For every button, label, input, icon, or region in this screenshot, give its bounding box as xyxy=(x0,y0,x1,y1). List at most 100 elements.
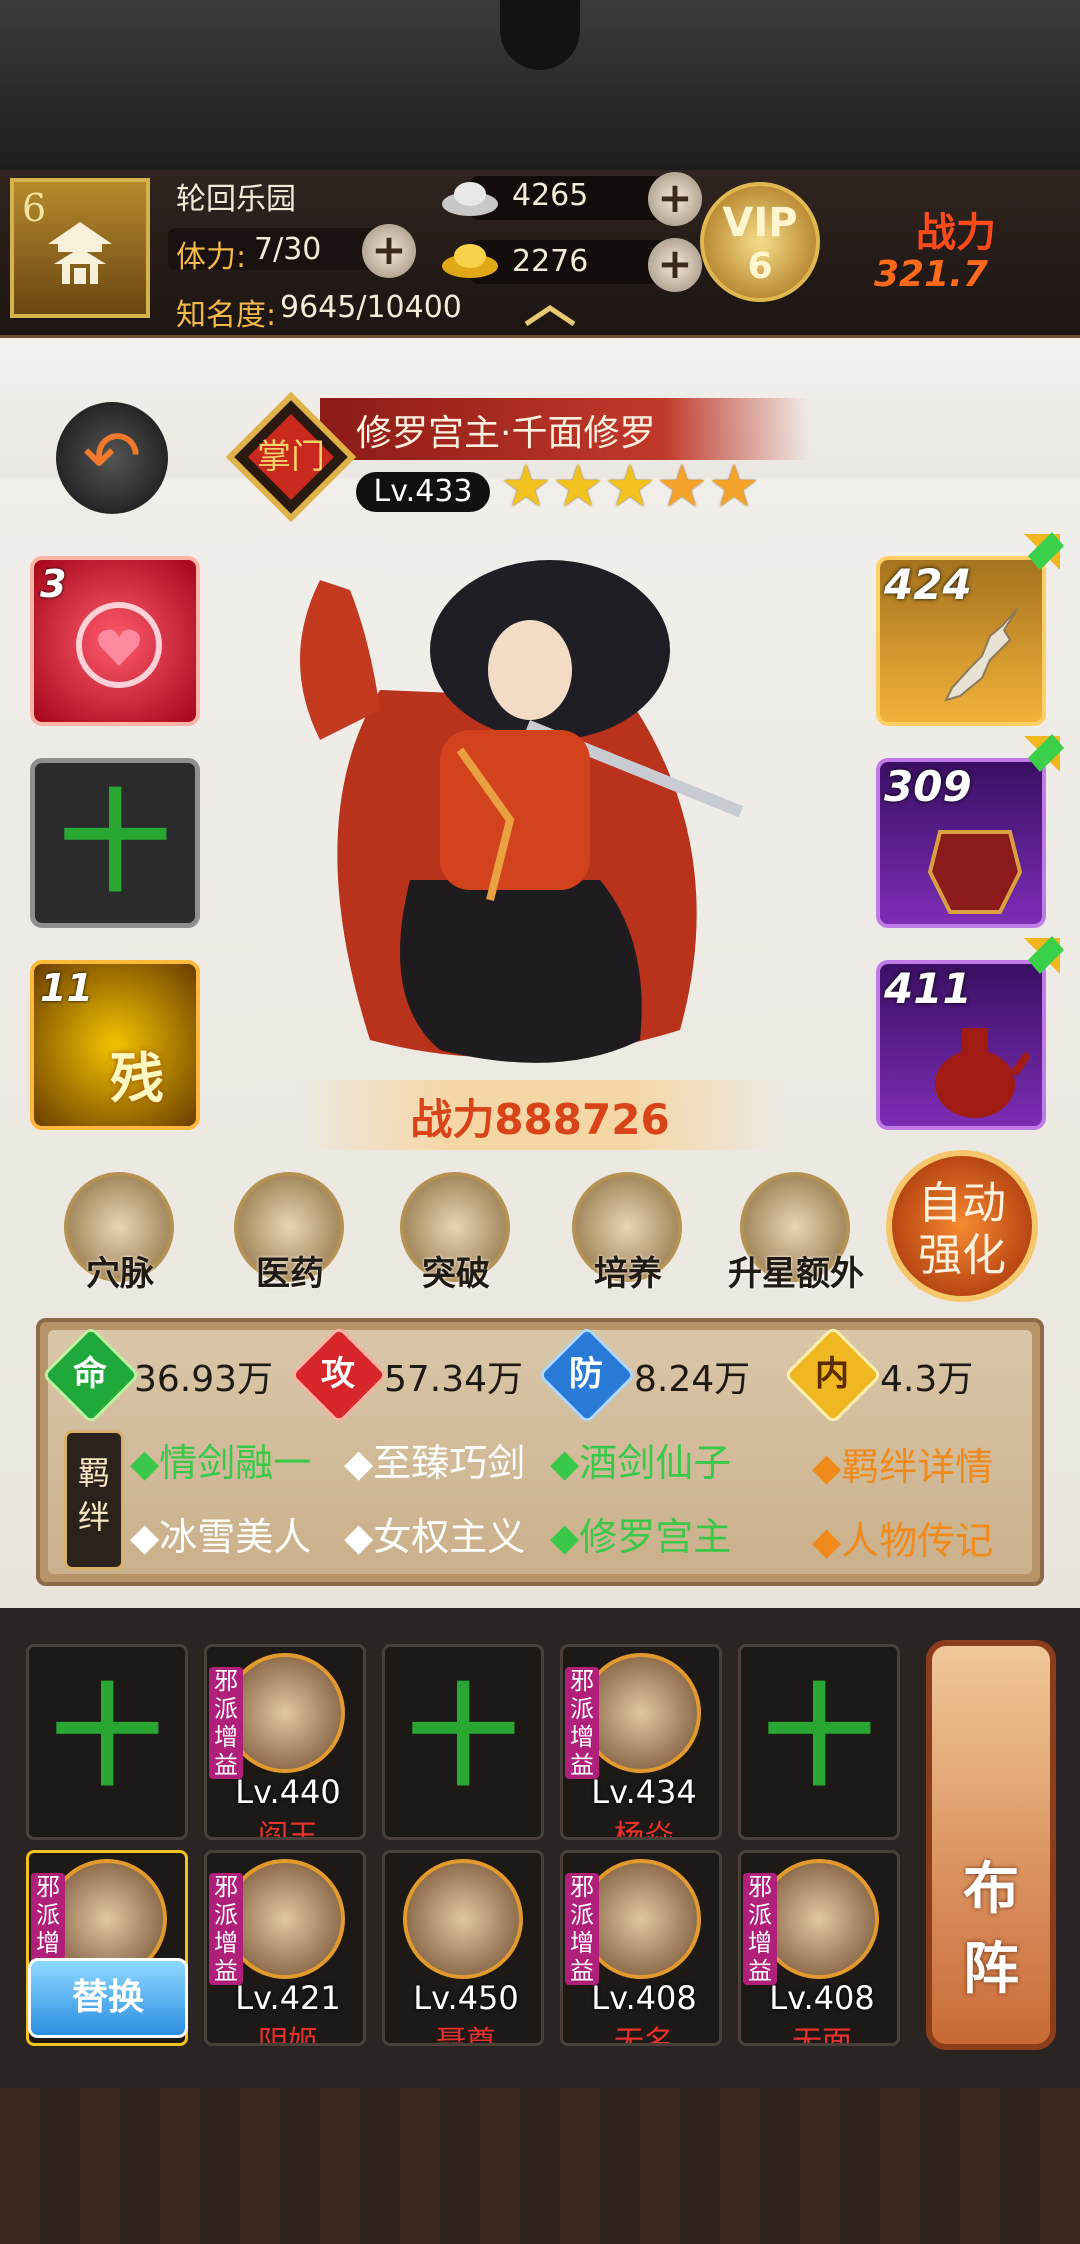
gold-ingot-icon xyxy=(442,244,498,278)
function-label: 穴脉 xyxy=(86,1254,154,1294)
life-label: 命 xyxy=(73,1354,107,1394)
life-stat: 命 xyxy=(41,1325,141,1425)
bond-detail-link[interactable]: ◆羁绊详情 xyxy=(812,1436,993,1491)
function-label: 突破 xyxy=(422,1254,490,1294)
power-value: 321.7 xyxy=(874,254,988,295)
bond-tag: 羁绊 xyxy=(64,1430,124,1570)
fame-label: 知名度: xyxy=(176,298,277,333)
evil-sect-tag: 邪派增益 xyxy=(209,1873,243,1985)
formation-text: 布阵 xyxy=(963,1857,1019,2002)
add-skill-icon: 十 xyxy=(60,779,170,907)
temple-icon xyxy=(48,222,112,284)
hero-power-value: 888726 xyxy=(494,1095,670,1144)
member-avatar xyxy=(581,1859,701,1979)
expand-chevron-icon[interactable] xyxy=(522,300,578,330)
skill-slot-3[interactable]: 11 残 xyxy=(30,960,200,1130)
evil-sect-tag: 邪派增益 xyxy=(565,1873,599,1985)
function-label: 医药 xyxy=(256,1254,324,1294)
skill-count: 3 xyxy=(40,562,67,606)
add-stamina-button[interactable]: + xyxy=(362,224,416,278)
hero-power-label: 战力 xyxy=(410,1095,495,1144)
treasure-level: 411 xyxy=(884,964,972,1013)
member-name: 杨焱 xyxy=(614,1819,674,1840)
inner-value: 4.3万 xyxy=(880,1359,974,1400)
bond-item[interactable]: ◆至臻巧剑 xyxy=(344,1432,525,1487)
star-icon: ★ xyxy=(500,452,552,520)
hero-level: Lv.433 xyxy=(356,472,490,512)
skill-slot-1[interactable]: 3 xyxy=(30,556,200,726)
stamina-value: 7/30 xyxy=(254,232,322,267)
upgrade-arrow-icon[interactable] xyxy=(1004,524,1068,594)
inner-stat: 内 xyxy=(783,1325,883,1425)
sect-leader-badge-icon: 掌门 xyxy=(226,392,356,522)
hero-star-rating: ★★★★★ xyxy=(500,452,760,520)
add-silver-button[interactable]: + xyxy=(648,172,702,226)
swap-button[interactable]: 替换 xyxy=(28,1958,188,2038)
member-level: Lv.450 xyxy=(413,1979,519,2017)
armor-icon xyxy=(927,830,1023,914)
defense-stat: 防 xyxy=(537,1325,637,1425)
add-gold-button[interactable]: + xyxy=(648,238,702,292)
biography-link[interactable]: ◆人物传记 xyxy=(812,1510,993,1565)
team-member[interactable]: 邪派增益 Lv.421 阴姬 xyxy=(204,1850,366,2046)
hero-portrait[interactable] xyxy=(260,520,780,1080)
bond-item[interactable]: ◆情剑融一 xyxy=(130,1432,311,1487)
member-avatar xyxy=(225,1859,345,1979)
silver-value: 4265 xyxy=(512,178,589,213)
wine-pot-icon xyxy=(935,1028,1030,1118)
attack-stat: 攻 xyxy=(289,1325,389,1425)
add-member-icon: 十 xyxy=(764,1673,874,1801)
total-power: 战力 321.7 xyxy=(860,190,1080,310)
evil-sect-tag: 邪派增益 xyxy=(209,1667,243,1779)
gold-value: 2276 xyxy=(512,244,589,279)
attack-value: 57.34万 xyxy=(384,1359,524,1400)
team-member[interactable]: Lv.450 聂尊 xyxy=(382,1850,544,2046)
empty-team-slot[interactable]: 十 xyxy=(382,1644,544,1840)
hero-power: 战力888726 xyxy=(300,1086,780,1147)
empty-team-slot[interactable]: 十 xyxy=(738,1644,900,1840)
bond-item[interactable]: ◆女权主义 xyxy=(344,1506,525,1561)
member-name: 无名 xyxy=(614,2025,674,2046)
team-member[interactable]: 邪派增益 Lv.440 阎王 xyxy=(204,1644,366,1840)
team-member[interactable]: 邪派增益 Lv.408 无名 xyxy=(560,1850,722,2046)
member-name: 阎王 xyxy=(258,1819,318,1840)
function-label: 培养 xyxy=(594,1254,662,1294)
skill-count: 11 xyxy=(40,966,93,1010)
auto-enhance-line2: 强化 xyxy=(918,1230,1006,1281)
function-label: 升星额外 xyxy=(728,1254,864,1294)
team-member[interactable]: 邪派增益 Lv.434 杨焱 xyxy=(560,1644,722,1840)
power-label: 战力 xyxy=(916,210,996,256)
member-name: 无面 xyxy=(792,2025,852,2046)
upgrade-arrow-icon[interactable] xyxy=(1004,928,1068,998)
heart-swirl-icon xyxy=(76,602,162,688)
evil-sect-tag: 邪派增益 xyxy=(565,1667,599,1779)
vip-label: VIP xyxy=(722,200,798,246)
empty-skill-slot[interactable]: 十 xyxy=(30,758,200,928)
fame-value: 9645/10400 xyxy=(280,290,462,325)
member-name: 阴姬 xyxy=(258,2025,318,2046)
bond-item[interactable]: ◆酒剑仙子 xyxy=(550,1432,731,1487)
stamina-label: 体力: xyxy=(176,240,247,275)
back-button[interactable]: ↶ xyxy=(56,402,168,514)
empty-team-slot[interactable]: 十 xyxy=(26,1644,188,1840)
member-name: 聂尊 xyxy=(436,2025,496,2046)
armor-level: 309 xyxy=(884,762,972,811)
hero-name: 修罗宫主·千面修罗 xyxy=(356,413,656,454)
badge-text: 掌门 xyxy=(257,437,325,477)
star-icon: ★ xyxy=(552,452,604,520)
fragment-tag: 残 xyxy=(110,1047,164,1110)
vip-level: 6 xyxy=(747,246,773,287)
vip-badge[interactable]: VIP 6 xyxy=(700,182,820,302)
team-member[interactable]: 邪派增益 Lv.408 无面 xyxy=(738,1850,900,2046)
member-avatar xyxy=(581,1653,701,1773)
upgrade-arrow-icon[interactable] xyxy=(1004,726,1068,796)
auto-enhance-line1: 自动 xyxy=(918,1178,1006,1229)
defense-label: 防 xyxy=(569,1354,603,1394)
bond-item[interactable]: ◆修罗宫主 xyxy=(550,1506,731,1561)
star-icon: ★ xyxy=(708,452,760,520)
bottom-floor-decoration xyxy=(0,2088,1080,2244)
member-avatar xyxy=(225,1653,345,1773)
auto-enhance-button[interactable]: 自动 强化 xyxy=(886,1150,1038,1302)
bond-item[interactable]: ◆冰雪美人 xyxy=(130,1506,311,1561)
formation-label: 布阵 xyxy=(926,1850,1056,2010)
